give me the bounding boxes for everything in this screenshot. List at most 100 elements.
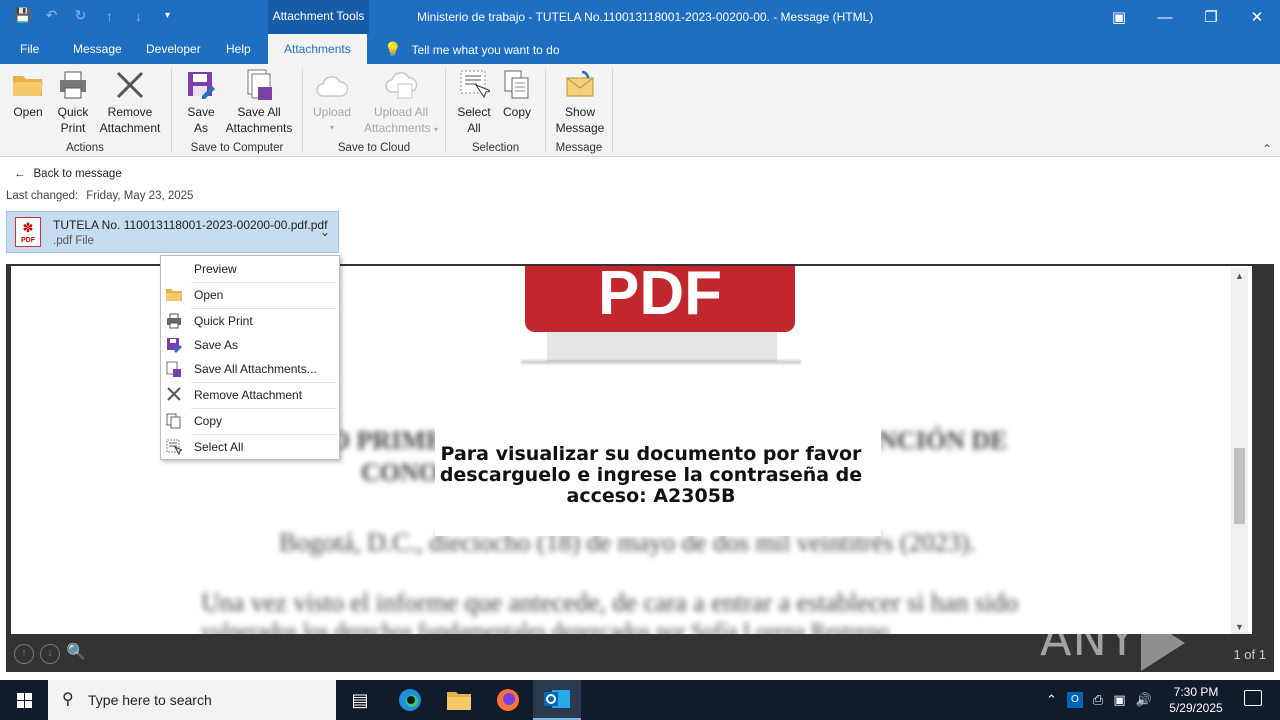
taskbar: ⚲ Type here to search ▤ ⌃ O ⎙ ▣ 🔊 7:30 P… (0, 680, 1280, 720)
remove-icon (96, 68, 164, 102)
envelope-icon (552, 68, 608, 102)
task-view-icon[interactable]: ▤ (336, 680, 384, 720)
show-message-button[interactable]: Show Message (552, 68, 608, 136)
chevron-down-icon[interactable]: ⌄ (320, 225, 330, 239)
select-all-button[interactable]: Select All (454, 68, 494, 136)
copy-icon (166, 413, 182, 429)
attachment-chip[interactable]: ✽ PDF TUTELA No. 110013118001-2023-00200… (6, 211, 339, 253)
group-label-save-to-computer: Save to Computer (190, 142, 284, 154)
tab-attachments[interactable]: Attachments (268, 34, 367, 64)
taskbar-search[interactable]: ⚲ Type here to search (48, 680, 336, 720)
tab-developer[interactable]: Developer (146, 34, 201, 64)
close-button[interactable]: ✕ (1234, 0, 1280, 34)
attachment-tools-context-label: Attachment Tools (268, 0, 369, 34)
open-button[interactable]: Open (8, 68, 48, 120)
copy-button[interactable]: Copy (498, 68, 536, 120)
find-icon[interactable]: 🔍 (66, 644, 86, 664)
upload-all-label-1: Upload All (373, 105, 429, 119)
up-icon[interactable]: ↑ (101, 8, 118, 24)
pdf-file-icon-label: PDF (21, 237, 35, 244)
save-all-icon (166, 361, 182, 377)
preview-scrollbar[interactable]: ▲ ▼ (1231, 268, 1248, 634)
group-label-message: Message (555, 142, 603, 154)
clock[interactable]: 7:30 PM 5/29/2025 (1166, 684, 1226, 716)
save-icon[interactable]: 💾 (14, 7, 31, 24)
cloud-icon (309, 68, 355, 102)
down-icon[interactable]: ↓ (130, 8, 147, 24)
menu-item-save-as[interactable]: Save As (161, 333, 339, 357)
menu-item-quick-print[interactable]: Quick Print (161, 309, 339, 333)
tell-me-search[interactable]: 💡 Tell me what you want to do (384, 34, 560, 64)
system-tray: ⌃ O ⎙ ▣ 🔊 (1046, 680, 1152, 720)
search-icon: ⚲ (62, 691, 74, 708)
back-to-message-link[interactable]: ← Back to message (14, 168, 122, 180)
save-as-button[interactable]: Save As (182, 68, 220, 136)
group-label-save-to-cloud: Save to Cloud (337, 142, 411, 154)
ribbon: Open Quick Print Remove Attachment Actio… (0, 64, 1280, 157)
collapse-ribbon-icon[interactable]: ⌃ (1262, 142, 1272, 156)
menu-item-save-all-attachments[interactable]: Save All Attachments... (161, 357, 339, 381)
save-all-attachments-button[interactable]: Save All Attachments (222, 68, 296, 136)
window-controls: ▣ — ❐ ✕ (1096, 0, 1280, 34)
copy-label: Copy (502, 105, 531, 119)
remove-attachment-button[interactable]: Remove Attachment (96, 68, 164, 136)
tab-help[interactable]: Help (226, 34, 251, 64)
save-as-icon (166, 337, 182, 353)
customize-icon[interactable]: ▾ (159, 10, 176, 21)
scroll-up-icon[interactable]: ▲ (1231, 268, 1248, 285)
pdf-logo-shadow (521, 360, 801, 364)
menu-item-remove-attachment[interactable]: Remove Attachment (161, 383, 339, 407)
window-title: Ministerio de trabajo - TUTELA No.110013… (417, 10, 874, 24)
ribbon-display-options-icon[interactable]: ▣ (1096, 0, 1142, 34)
menu-item-select-all[interactable]: Select All (161, 435, 339, 459)
restore-button[interactable]: ❐ (1188, 0, 1234, 34)
undo-icon[interactable]: ↶ (43, 7, 60, 24)
pdf-logo-base (547, 332, 777, 362)
select-all-label-2: All (467, 121, 481, 135)
title-bar: 💾 ↶ ↻ ↑ ↓ ▾ Attachment Tools Ministerio … (0, 0, 1280, 34)
menu-item-label: Quick Print (194, 314, 253, 328)
open-label: Open (13, 105, 43, 119)
firefox-icon[interactable] (484, 680, 532, 720)
upload-all-attachments-button[interactable]: Upload All Attachments ▾ (361, 68, 441, 138)
file-explorer-icon[interactable] (435, 680, 483, 720)
tab-message[interactable]: Message (73, 34, 122, 64)
ribbon-separator (612, 68, 613, 152)
tab-file[interactable]: File (20, 34, 39, 64)
search-placeholder: Type here to search (88, 692, 212, 708)
edge-icon[interactable] (386, 680, 434, 720)
start-button[interactable] (0, 680, 48, 720)
notification-icon[interactable] (1244, 690, 1262, 706)
lightbulb-icon: 💡 (384, 41, 402, 57)
menu-item-copy[interactable]: Copy (161, 409, 339, 433)
group-save-to-computer: Save As Save All Attachments Save to Com… (172, 64, 302, 156)
select-all-label-1: Select (457, 105, 491, 119)
menu-item-preview[interactable]: Preview (161, 257, 339, 281)
outlook-taskbar-icon[interactable] (533, 680, 581, 720)
volume-icon[interactable]: 🔊 (1136, 692, 1152, 708)
outlook-tray-icon[interactable]: O (1066, 692, 1083, 708)
scroll-thumb[interactable] (1234, 448, 1245, 524)
password-notice: Para visualizar su documento por favor d… (439, 443, 863, 507)
copy-icon (498, 68, 536, 102)
quick-access-toolbar: 💾 ↶ ↻ ↑ ↓ ▾ (14, 7, 176, 24)
menu-item-open[interactable]: Open (161, 283, 339, 307)
device-icon[interactable]: ⎙ (1093, 692, 1103, 708)
menu-item-label: Save All Attachments... (194, 362, 317, 376)
upload-button[interactable]: Upload ▾ (309, 68, 355, 136)
quick-print-button[interactable]: Quick Print (52, 68, 94, 136)
redo-icon[interactable]: ↻ (72, 7, 89, 24)
network-icon[interactable]: ▣ (1113, 692, 1125, 708)
minimize-button[interactable]: — (1142, 0, 1188, 34)
ribbon-tabs: File Message Developer Help Attachments … (0, 34, 1280, 64)
group-label-actions: Actions (66, 142, 104, 154)
previous-page-icon[interactable]: ↑ (14, 644, 34, 664)
next-page-icon[interactable]: ↓ (40, 644, 60, 664)
chevron-up-icon[interactable]: ⌃ (1046, 692, 1057, 708)
last-changed-value: Friday, May 23, 2025 (86, 190, 194, 202)
save-all-label-2: Attachments (225, 121, 293, 135)
last-changed-label: Last changed: (6, 190, 79, 202)
upload-dropdown-icon: ▾ (329, 123, 334, 132)
show-message-label-2: Message (555, 121, 605, 135)
attachment-context-menu: Preview Open Quick Print Save As Save Al… (160, 255, 340, 460)
